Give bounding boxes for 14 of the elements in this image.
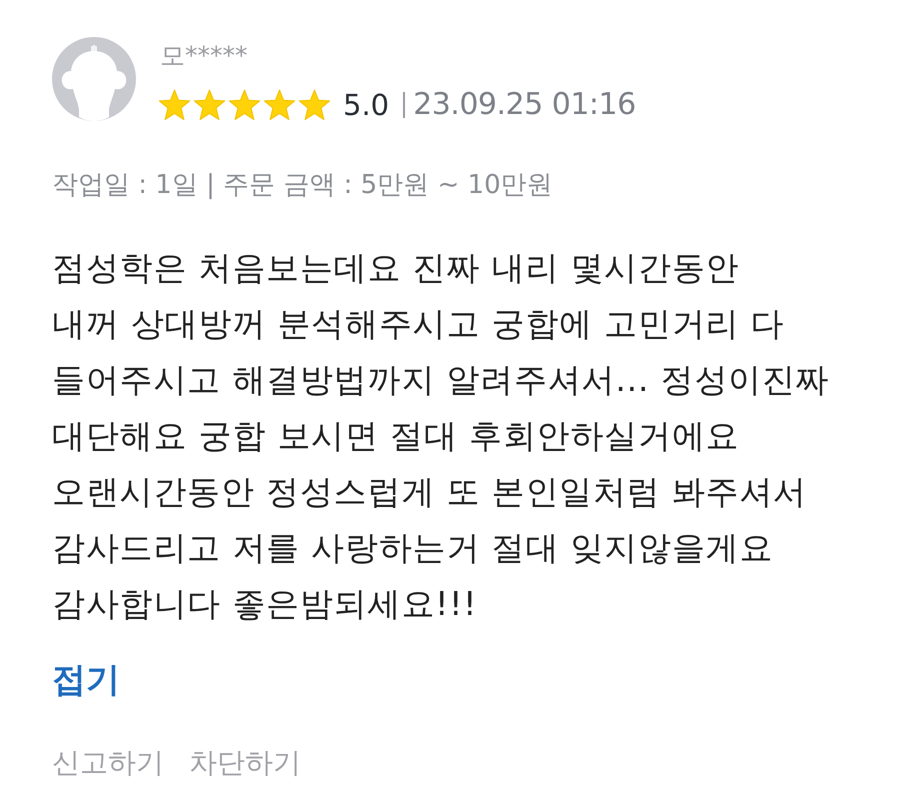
- star-icon: [263, 89, 296, 121]
- star-icon: [298, 89, 331, 121]
- star-icon: [158, 89, 191, 121]
- order-info: 작업일 : 1일 | 주문 금액 : 5만원 ~ 10만원: [52, 169, 554, 202]
- rating-score: 5.0: [343, 88, 390, 122]
- avatar-icon: [52, 37, 136, 121]
- star-icon: [193, 89, 226, 121]
- collapse-link[interactable]: 접기: [52, 658, 120, 702]
- action-link[interactable]: 신고하기: [52, 745, 164, 781]
- action-link[interactable]: 차단하기: [189, 745, 301, 781]
- review-text: 점성학은 처음보는데요 진짜 내리 몇시간동안 내꺼 상대방꺼 분석해주시고 궁합에 고민거리 다 들어주시고 해결방법까지 알려주셔서... 정성이진짜 대단해요 궁합 보시면 절대 후회안하실거에요 오랜시간동안 정성스럽게 또 본인일처럼 봐주셔서 감사드리고 저를 사랑하는거 절대 잊지않을게요 감사합니다 좋은밤되세요!!!: [52, 247, 831, 625]
- review-date: 23.09.25 01:16: [413, 88, 636, 122]
- star-icon: [228, 89, 261, 121]
- author-name: 모*****: [160, 41, 248, 71]
